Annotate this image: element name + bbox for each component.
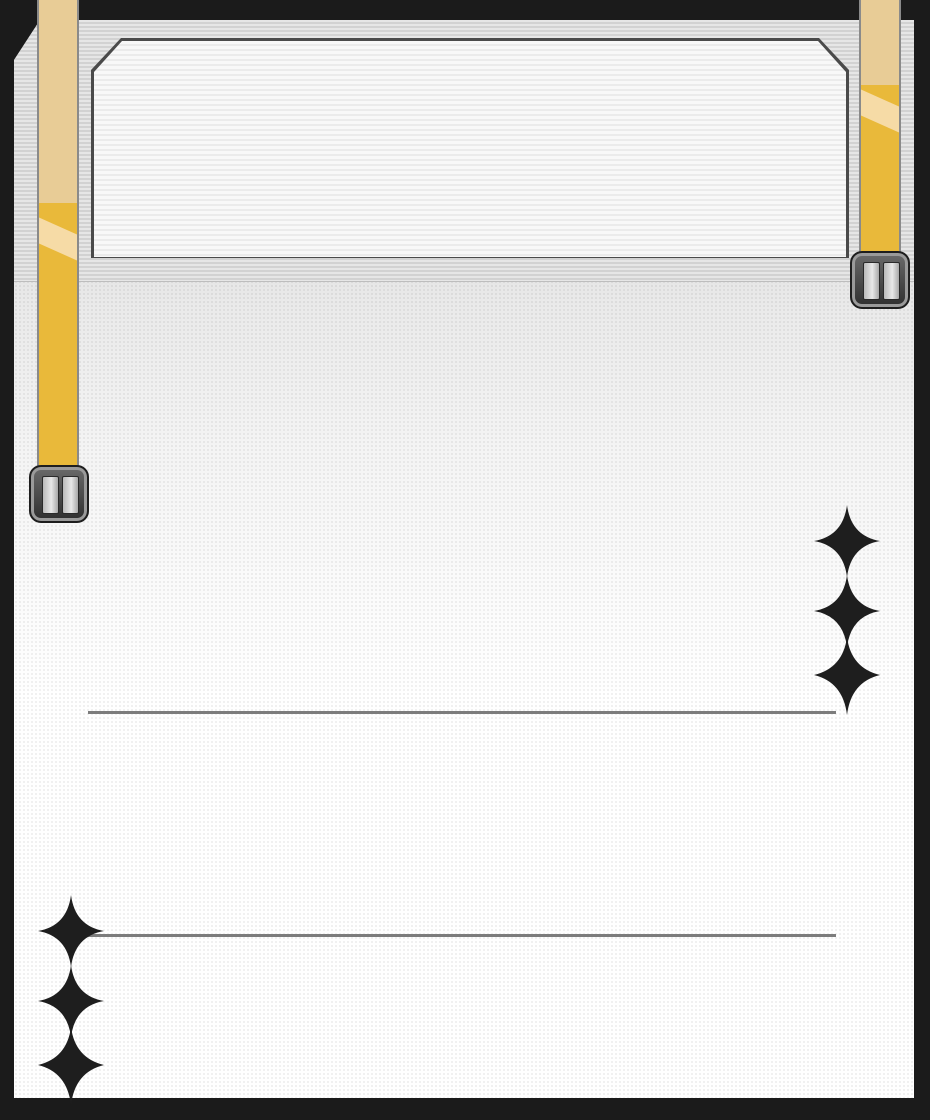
four-point-star-icon	[814, 637, 880, 715]
four-point-star-icon	[38, 895, 104, 967]
bottom-left-sparkles	[38, 895, 104, 1105]
four-point-star-icon	[814, 505, 880, 577]
title-plate	[94, 41, 846, 257]
right-buckle-icon	[850, 251, 910, 309]
four-point-star-icon	[38, 965, 104, 1037]
left-gold-strap-icon	[37, 0, 79, 472]
card-frame	[0, 0, 930, 1120]
left-buckle-icon	[29, 465, 89, 523]
bottom-divider-line	[88, 934, 836, 937]
four-point-star-icon	[814, 575, 880, 647]
top-right-sparkles	[814, 505, 880, 715]
four-point-star-icon	[38, 1027, 104, 1105]
right-gold-strap-icon	[859, 0, 901, 258]
top-divider-line	[88, 711, 836, 714]
